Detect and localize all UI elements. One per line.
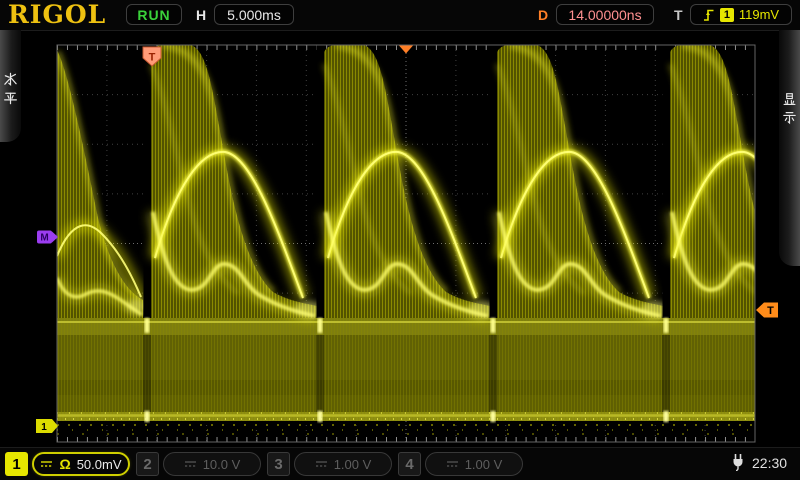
channel-1-scale-value: 50.0mV — [77, 457, 122, 472]
horizontal-label: H — [196, 7, 206, 23]
channel-2-scale-value: 10.0 V — [203, 457, 241, 472]
waveform-display: T M T 1 — [0, 30, 800, 448]
burst-1 — [57, 50, 148, 318]
trigger-label: T — [674, 7, 683, 23]
svg-text:T: T — [149, 52, 156, 64]
channel-3-scale[interactable]: 1.00 V — [294, 452, 392, 476]
math-channel-marker[interactable]: M — [37, 231, 58, 244]
dc-coupling-icon — [184, 459, 197, 469]
svg-text:M: M — [40, 233, 48, 244]
clock-time: 22:30 — [752, 455, 787, 471]
run-status-badge: RUN — [126, 4, 182, 25]
rigol-logo: RIGOL — [8, 0, 106, 29]
channel-4-scale[interactable]: 1.00 V — [425, 452, 523, 476]
trigger-source-badge: 1 — [720, 8, 734, 22]
plug-icon — [730, 453, 746, 471]
horizontal-reference-marker[interactable] — [399, 46, 413, 54]
svg-text:1: 1 — [41, 422, 47, 433]
dc-coupling-icon — [40, 459, 53, 469]
channel-2-scale[interactable]: 10.0 V — [163, 452, 261, 476]
channel-3-scale-value: 1.00 V — [334, 457, 372, 472]
channel1-zero-marker[interactable]: 1 — [36, 419, 58, 433]
channel-1-scale[interactable]: Ω 50.0mV — [32, 452, 130, 476]
channel-4-badge[interactable]: 4 — [398, 452, 421, 476]
channel-status-bar: 1 Ω 50.0mV 2 10.0 V 3 1.00 V 4 — [0, 447, 800, 480]
dc-coupling-icon — [446, 459, 459, 469]
impedance-symbol: Ω — [59, 456, 70, 472]
trigger-status[interactable]: 1 119mV — [690, 4, 792, 25]
timebase-value[interactable]: 5.000ms — [214, 4, 294, 25]
channel-1-badge[interactable]: 1 — [5, 452, 28, 476]
channel-4-scale-value: 1.00 V — [465, 457, 503, 472]
channel1-persistence-trace — [57, 45, 800, 434]
delay-label: D — [538, 7, 548, 23]
top-status-bar: RIGOL RUN H 5.000ms D 14.00000ns T 1 119… — [0, 0, 800, 31]
channel-2-badge[interactable]: 2 — [136, 452, 159, 476]
trigger-level-value: 119mV — [739, 7, 779, 22]
svg-text:T: T — [767, 305, 774, 317]
delay-value[interactable]: 14.00000ns — [556, 4, 654, 25]
trigger-level-marker[interactable]: T — [756, 303, 778, 318]
channel-3-badge[interactable]: 3 — [267, 452, 290, 476]
rising-edge-icon — [703, 8, 715, 22]
oscilloscope-screen: RIGOL RUN H 5.000ms D 14.00000ns T 1 119… — [0, 0, 800, 480]
dc-coupling-icon — [315, 459, 328, 469]
